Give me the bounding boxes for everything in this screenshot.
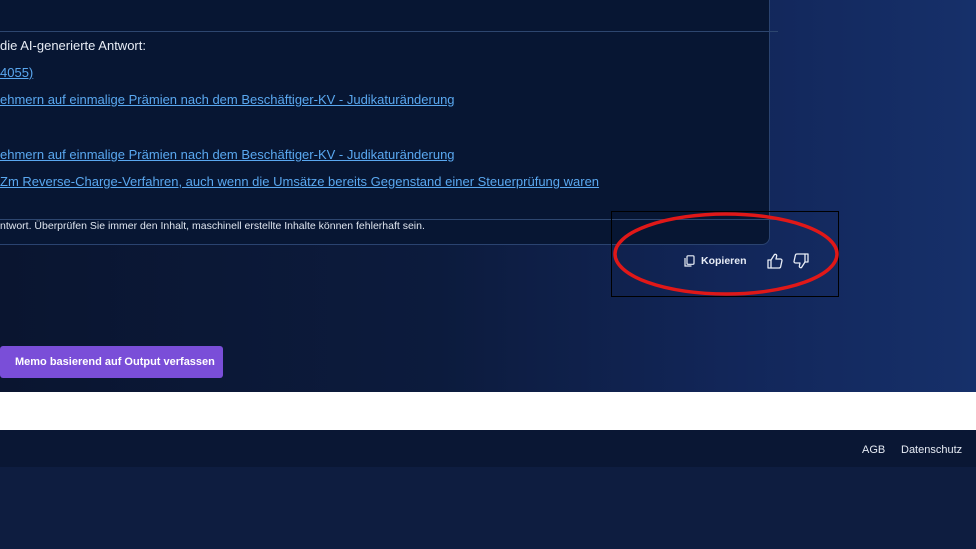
- source-link-2[interactable]: ehmern auf einmalige Prämien nach dem Be…: [0, 92, 455, 107]
- card-top-divider: [0, 31, 778, 32]
- source-link-3[interactable]: ehmern auf einmalige Prämien nach dem Be…: [0, 147, 455, 162]
- thumbs-down-icon: [793, 253, 809, 269]
- footer-link-datenschutz[interactable]: Datenschutz: [901, 444, 962, 456]
- source-link-1[interactable]: 4055): [0, 65, 33, 80]
- ai-disclaimer: ntwort. Überprüfen Sie immer den Inhalt,…: [0, 220, 425, 232]
- thumbs-down-button[interactable]: [792, 252, 810, 270]
- footer-link-agb[interactable]: AGB: [862, 444, 885, 456]
- copy-label: Kopieren: [701, 255, 747, 267]
- lower-background: [0, 467, 976, 549]
- source-link-4[interactable]: Zm Reverse-Charge-Verfahren, auch wenn d…: [0, 174, 599, 189]
- thumbs-up-button[interactable]: [766, 252, 784, 270]
- copy-button[interactable]: Kopieren: [684, 253, 747, 269]
- answer-card: [0, 0, 770, 245]
- sources-heading: die AI-generierte Antwort:: [0, 38, 146, 53]
- thumbs-up-icon: [767, 253, 783, 269]
- copy-icon: [684, 255, 695, 267]
- memo-button[interactable]: Memo basierend auf Output verfassen: [0, 346, 223, 378]
- footer: AGB Datenschutz: [0, 430, 976, 467]
- white-band: [0, 392, 976, 430]
- page: die AI-generierte Antwort: 4055) ehmern …: [0, 0, 976, 549]
